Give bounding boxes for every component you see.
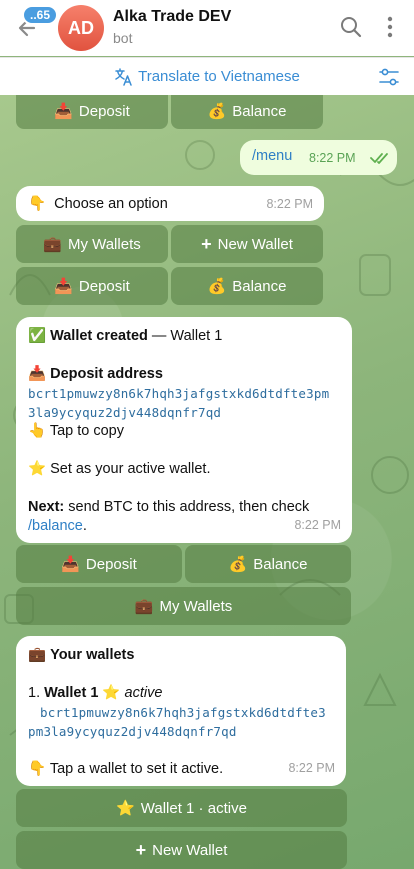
plus-icon: +	[135, 839, 147, 860]
message-time: 8:22 PM	[288, 761, 335, 775]
new-wallet-button-label: New Wallet	[217, 235, 293, 253]
bot-message-your-wallets: 💼 Your wallets 1. Wallet 1 ⭐ active bcrt…	[16, 636, 346, 786]
wallets-title-text: Your wallets	[50, 647, 135, 663]
my-wallets-button-label: My Wallets	[159, 597, 233, 615]
sliders-icon	[379, 68, 399, 86]
wallet-address-line: bcrt1pmuwzy8n6k7hqh3jafgstxkd6dtdfte3	[40, 705, 326, 720]
my-wallets-button[interactable]: 💼 My Wallets	[16, 225, 168, 263]
message-text: Choose an option	[54, 196, 168, 212]
wallet-status: active	[124, 685, 163, 701]
check-mark-icon: ✅	[28, 328, 47, 344]
balance-button-label: Balance	[232, 102, 287, 120]
chat-title-block[interactable]: Alka Trade DEV bot	[113, 7, 231, 49]
search-icon	[341, 17, 362, 38]
bot-message-choose: 👇 Choose an option 8:22 PM	[16, 186, 324, 221]
star-icon: ⭐	[102, 685, 121, 701]
briefcase-icon: 💼	[134, 598, 154, 615]
message-time: 8:22 PM	[266, 197, 313, 211]
wallet-index: 1.	[28, 685, 41, 701]
more-vertical-icon	[387, 16, 393, 38]
deposit-button[interactable]: 📥 Deposit	[16, 95, 168, 129]
translate-settings-button[interactable]	[378, 67, 400, 87]
money-bag-icon: 💰	[207, 278, 227, 295]
deposit-button-label: Deposit	[78, 102, 130, 120]
active-note-text: Set as your active wallet.	[50, 461, 211, 477]
balance-button[interactable]: 💰 Balance	[171, 267, 323, 305]
message-time: 8:22 PM	[309, 151, 356, 165]
double-check-icon	[370, 153, 388, 164]
chat-area[interactable]: 📥 Deposit 💰 Balance /menu 8:22 PM 👇 Choo…	[0, 95, 414, 869]
created-title: ✅ Wallet created — Wallet 1	[28, 327, 340, 346]
wallets-title: 💼 Your wallets	[28, 646, 334, 665]
chat-subtitle: bot	[113, 30, 133, 46]
deposit-button[interactable]: 📥 Deposit	[16, 545, 182, 583]
period: .	[82, 518, 87, 534]
deposit-address-line: bcrt1pmuwzy8n6k7hqh3jafgstxkd6dtdfte3pm	[28, 386, 330, 401]
tap-to-copy-text: Tap to copy	[49, 423, 125, 439]
deposit-address-label: 📥 Deposit address	[28, 365, 340, 384]
wallet-list-item: 1. Wallet 1 ⭐ active	[28, 684, 334, 703]
plus-icon: +	[201, 233, 212, 254]
deposit-button-label: Deposit	[78, 277, 130, 295]
chat-header: ..65 AD Alka Trade DEV bot	[0, 0, 414, 56]
avatar[interactable]: AD	[58, 5, 104, 51]
briefcase-icon: 💼	[28, 647, 47, 663]
message-time: 8:22 PM	[294, 518, 341, 532]
active-note: ⭐ Set as your active wallet.	[28, 460, 340, 479]
unread-badge: ..65	[22, 5, 59, 25]
new-wallet-button[interactable]: + New Wallet	[171, 225, 323, 263]
deposit-address-title: Deposit address	[50, 366, 163, 382]
next-step: Next: send BTC to this address, then che…	[28, 498, 340, 517]
deposit-address-line: 3la9ycyquz2djv448dqnfr7qd	[28, 405, 222, 420]
pointing-down-icon: 👇	[28, 761, 47, 777]
pointing-up-icon: 👆	[28, 423, 47, 439]
translate-bar: Translate to Vietnamese	[0, 57, 414, 95]
money-bag-icon: 💰	[207, 103, 227, 120]
wallet-name: Wallet 1	[44, 685, 99, 701]
briefcase-icon: 💼	[43, 236, 62, 253]
deposit-button-label: Deposit	[85, 555, 137, 573]
balance-button[interactable]: 💰 Balance	[185, 545, 351, 583]
pointing-down-icon: 👇	[28, 196, 47, 212]
tap-to-copy-hint: 👆 Tap to copy	[28, 422, 340, 441]
inbox-tray-icon: 📥	[54, 278, 73, 295]
deposit-button[interactable]: 📥 Deposit	[16, 267, 168, 305]
menu-command[interactable]: /menu	[252, 148, 292, 164]
created-title-bold: Wallet created	[50, 328, 148, 344]
star-icon: ⭐	[116, 800, 135, 817]
outgoing-message[interactable]: /menu 8:22 PM	[240, 140, 397, 175]
my-wallets-button-label: My Wallets	[67, 235, 141, 253]
translate-button[interactable]: Translate to Vietnamese	[114, 67, 300, 87]
wallet-1-active-button[interactable]: ⭐ Wallet 1 · active	[16, 789, 347, 827]
deposit-address[interactable]: bcrt1pmuwzy8n6k7hqh3jafgstxkd6dtdfte3pm …	[28, 384, 340, 422]
wallet-address[interactable]: bcrt1pmuwzy8n6k7hqh3jafgstxkd6dtdfte3	[28, 703, 334, 722]
inbox-tray-icon: 📥	[61, 556, 80, 573]
money-bag-icon: 💰	[228, 556, 248, 573]
my-wallets-button[interactable]: 💼 My Wallets	[16, 587, 351, 625]
next-label: Next:	[28, 499, 65, 515]
translate-label: Translate to Vietnamese	[138, 68, 300, 85]
inbox-tray-icon: 📥	[28, 366, 47, 382]
more-menu-button[interactable]	[380, 15, 400, 39]
next-text: send BTC to this address, then check	[64, 499, 310, 515]
search-button[interactable]	[339, 15, 363, 39]
balance-command-link[interactable]: /balance	[28, 518, 83, 534]
balance-button-label: Balance	[253, 555, 308, 573]
wallets-hint-text: Tap a wallet to set it active.	[49, 761, 224, 777]
inbox-tray-icon: 📥	[54, 103, 73, 120]
wallet-address-line: pm3la9ycyquz2djv448dqnfr7qd	[28, 724, 237, 739]
balance-button-label: Balance	[232, 277, 287, 295]
balance-button[interactable]: 💰 Balance	[171, 95, 323, 129]
created-title-rest: — Wallet 1	[147, 328, 223, 344]
star-icon: ⭐	[28, 461, 47, 477]
bot-message-wallet-created: ✅ Wallet created — Wallet 1 📥 Deposit ad…	[16, 317, 352, 543]
chat-title: Alka Trade DEV	[113, 8, 232, 25]
new-wallet-button-label: New Wallet	[152, 841, 228, 859]
new-wallet-button[interactable]: + New Wallet	[16, 831, 347, 869]
translate-icon	[115, 67, 132, 86]
wallet-active-button-label: Wallet 1 · active	[140, 799, 247, 817]
